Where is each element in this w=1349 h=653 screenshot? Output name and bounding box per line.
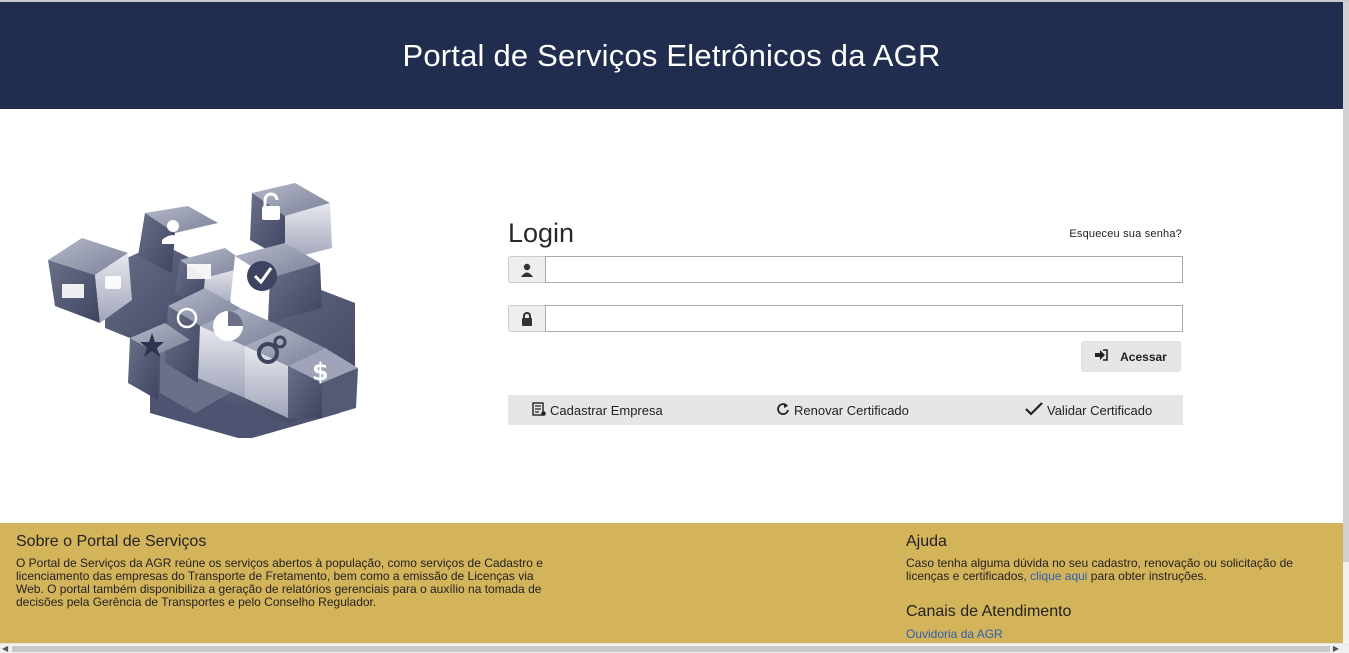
renew-certificate-label: Renovar Certificado	[794, 403, 909, 418]
svg-text:$: $	[312, 358, 329, 386]
about-title: Sobre o Portal de Serviços	[16, 533, 207, 550]
services-cube-illustration: $	[48, 183, 358, 438]
register-company-action[interactable]: Cadastrar Empresa	[532, 402, 663, 419]
login-button-label: Acessar	[1120, 349, 1167, 364]
help-text-after: para obter instruções.	[1090, 569, 1207, 583]
horizontal-scrollbar[interactable]: ◀ ▶	[0, 643, 1349, 653]
user-icon	[508, 256, 545, 283]
ombudsman-link[interactable]: Ouvidoria da AGR	[906, 627, 1326, 641]
username-input[interactable]	[545, 256, 1183, 283]
register-company-label: Cadastrar Empresa	[550, 403, 663, 418]
password-input[interactable]	[545, 305, 1183, 332]
page: Portal de Serviços Eletrônicos da AGR $ …	[0, 0, 1349, 653]
channels-title: Canais de Atendimento	[906, 603, 1072, 620]
refresh-icon	[776, 402, 790, 419]
forgot-password-link[interactable]: Esqueceu sua senha?	[1069, 228, 1182, 240]
help-link[interactable]: clique aqui	[1030, 569, 1087, 583]
about-text: O Portal de Serviços da AGR reúne os ser…	[16, 556, 543, 609]
username-field	[508, 256, 1183, 283]
site-header: Portal de Serviços Eletrônicos da AGR	[0, 2, 1343, 109]
scroll-right-icon[interactable]: ▶	[1333, 644, 1339, 653]
check-icon	[1025, 402, 1043, 419]
lock-icon	[508, 305, 545, 332]
help-title: Ajuda	[906, 533, 947, 550]
scroll-left-icon[interactable]: ◀	[2, 644, 8, 653]
certificate-actions-bar: Cadastrar Empresa Renovar Certificado Va…	[508, 395, 1183, 425]
login-button[interactable]: Acessar	[1081, 341, 1181, 372]
vertical-scrollbar-thumb[interactable]	[1343, 2, 1349, 562]
sign-in-icon	[1095, 349, 1108, 364]
validate-certificate-label: Validar Certificado	[1047, 403, 1153, 418]
vertical-scrollbar[interactable]	[1343, 2, 1349, 642]
login-form: Login Esqueceu sua senha? Acessar Cadast…	[508, 218, 1183, 425]
help-section: Ajuda Caso tenha alguma dúvida no seu ca…	[906, 533, 1326, 641]
register-icon	[532, 402, 546, 419]
about-section: Sobre o Portal de Serviços O Portal de S…	[16, 533, 556, 609]
password-field	[508, 305, 1183, 332]
validate-certificate-action[interactable]: Validar Certificado	[1025, 402, 1152, 419]
renew-certificate-action[interactable]: Renovar Certificado	[776, 402, 909, 419]
page-title: Portal de Serviços Eletrônicos da AGR	[402, 37, 941, 73]
help-text: Caso tenha alguma dúvida no seu cadastro…	[906, 557, 1326, 583]
site-footer: Sobre o Portal de Serviços O Portal de S…	[0, 523, 1343, 643]
horizontal-scrollbar-thumb[interactable]	[12, 646, 1330, 652]
